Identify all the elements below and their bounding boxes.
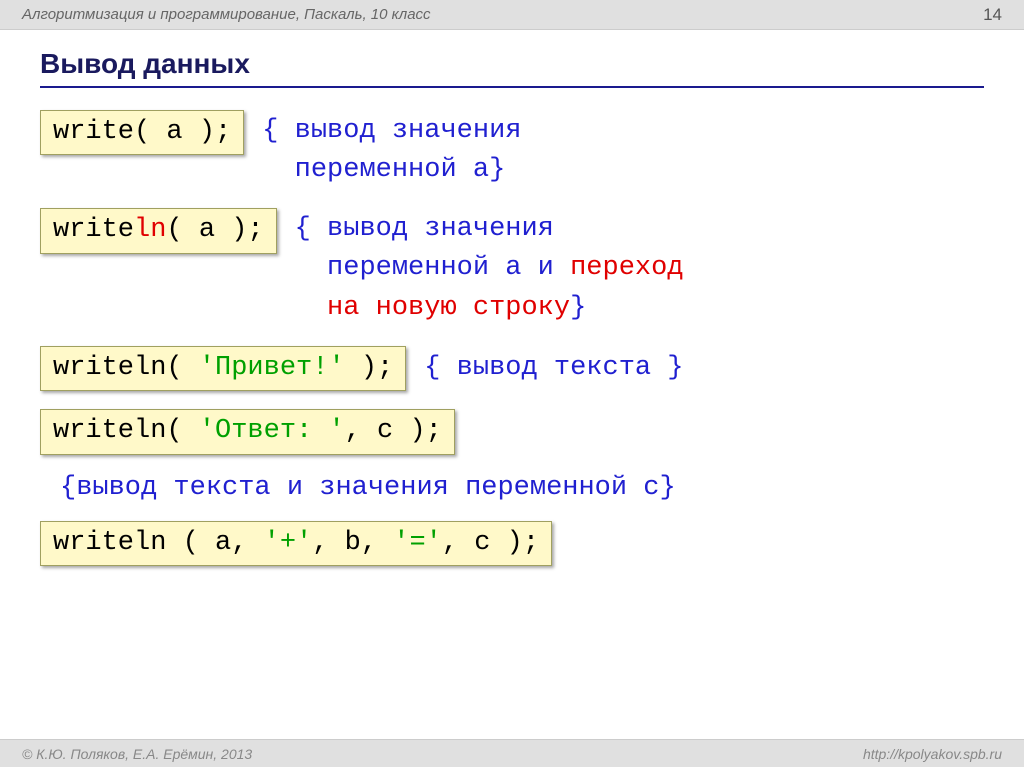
row-writeln-text: writeln( 'Привет!' ); { вывод текста } [40,346,984,391]
footer-copyright: © К.Ю. Поляков, Е.А. Ерёмин, 2013 [22,746,252,762]
comment-line: переменной a} [262,151,521,190]
content: Вывод данных write( a ); { вывод значени… [0,30,1024,566]
code-text: writeln( [53,353,199,383]
footer-bar: © К.Ю. Поляков, Е.А. Ерёмин, 2013 http:/… [0,739,1024,767]
row-write: write( a ); { вывод значения переменной … [40,110,984,190]
header-bar: Алгоритмизация и программирование, Паска… [0,0,1024,30]
code-writeln: writeln( a ); [40,208,277,253]
row-writeln: writeln( a ); { вывод значения переменно… [40,208,984,327]
code-text: writeln ( a, [53,528,264,558]
code-string: 'Привет!' [199,353,345,383]
comment-writeln-text: { вывод текста } [424,349,683,388]
code-text: writeln( [53,416,199,446]
code-string: 'Ответ: ' [199,416,345,446]
comment-writeln: { вывод значения переменной a и переход … [295,208,684,327]
footer-url: http://kpolyakov.spb.ru [863,746,1002,762]
code-ln: ln [134,215,166,245]
comment-line: { вывод значения [262,112,521,151]
comment-line: переменной a и переход [295,249,684,288]
code-text: , c ); [345,416,442,446]
comment-line: { вывод значения [295,210,684,249]
code-text: , b, [312,528,393,558]
header-title: Алгоритмизация и программирование, Паска… [22,6,431,23]
code-writeln-expr: writeln ( a, '+', b, '=', c ); [40,521,552,566]
code-string: '+' [264,528,313,558]
code-writeln-text: writeln( 'Привет!' ); [40,346,406,391]
comment-text-and-var: {вывод текста и значения переменной c} [60,473,984,503]
comment-write: { вывод значения переменной a} [262,110,521,190]
row-writeln-answer: writeln( 'Ответ: ', c ); [40,409,984,454]
code-writeln-answer: writeln( 'Ответ: ', c ); [40,409,455,454]
code-text: , c ); [442,528,539,558]
code-text: write( a ); [53,117,231,147]
code-string: '=' [393,528,442,558]
slide-title: Вывод данных [40,48,984,88]
code-text: ); [345,353,394,383]
code-text: ( a ); [166,215,263,245]
page-number: 14 [983,5,1002,25]
comment-line: на новую строку} [295,289,684,328]
code-text: write [53,215,134,245]
code-write: write( a ); [40,110,244,155]
row-writeln-expr: writeln ( a, '+', b, '=', c ); [40,521,984,566]
